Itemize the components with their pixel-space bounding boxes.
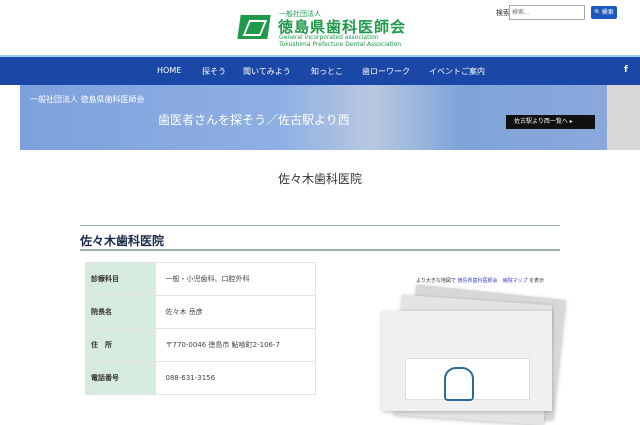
map-link-text: より大きな地図で 徳島県歯科医師会 病院マップ を表示 [416, 277, 544, 284]
logo-english: General incorporated association Tokushim… [279, 34, 401, 48]
search-button[interactable]: 🔍検索 [591, 6, 617, 19]
banner: 一般社団法人 徳島県歯科医師会 歯医者さんを探そう／佐古駅より西 佐古駅より西一… [20, 85, 607, 150]
nav-events[interactable]: イベントご案内 [429, 66, 485, 77]
table-row: 診療科目 一般・小児歯科、口腔外科 [85, 262, 316, 296]
clinic-info-table: 診療科目 一般・小児歯科、口腔外科 院長名 佐々木 岳彦 住 所〒770-0046 … [85, 262, 316, 395]
tooth-icon [444, 367, 474, 401]
banner-logo: 一般社団法人 徳島県歯科医師会 [30, 95, 145, 104]
row-label: 院長名 [85, 295, 156, 329]
row-label: 電話番号 [85, 361, 156, 395]
map-link[interactable]: 徳島県歯科医師会 病院マップ [458, 278, 528, 284]
table-row: 電話番号 088-631-3156 [85, 361, 316, 395]
logo-icon[interactable] [237, 15, 271, 39]
row-value: 088-631-3156 [155, 361, 316, 395]
nav-home[interactable]: HOME [157, 66, 181, 75]
page-title: 佐々木歯科医院 [277, 172, 362, 186]
facebook-icon[interactable]: f [624, 65, 628, 75]
tooth-mascot-image [405, 358, 530, 401]
main-nav: HOME 探そう 聞いてみよう 知っとこ 歯ローワーク イベントご案内 f [0, 55, 640, 85]
nav-ask[interactable]: 聞いてみよう [243, 66, 291, 77]
search-label: 検索 [496, 9, 510, 17]
row-value: 佐々木 岳彦 [155, 295, 316, 329]
banner-title: 歯医者さんを探そう／佐古駅より西 [158, 113, 350, 127]
nav-work[interactable]: 歯ローワーク [362, 66, 410, 77]
banner-list-button[interactable]: 佐古駅より西一覧へ ▸ [506, 115, 595, 129]
search-input[interactable] [509, 5, 585, 20]
map-suffix: を表示 [529, 278, 545, 284]
table-row: 住 所〒770-0046 徳島市 鮎喰町2-106-7 [85, 328, 316, 362]
logo-en-line2: Tokushima Prefecture Dental Association [279, 41, 402, 48]
row-value: 〒770-0046 徳島市 鮎喰町2-106-7 [155, 328, 316, 362]
clinic-heading: 佐々木歯科医院 [80, 225, 560, 251]
map-prefix: より大きな地図で [416, 278, 456, 284]
row-label: 住 所 [85, 328, 156, 362]
table-row: 院長名 佐々木 岳彦 [85, 295, 316, 329]
header: 一般社団法人 徳島県歯科医師会 General incorporated ass… [0, 0, 640, 55]
banner-side [607, 85, 640, 150]
nav-search[interactable]: 探そう [202, 66, 226, 77]
row-value: 一般・小児歯科、口腔外科 [155, 262, 316, 296]
logo-en-line1: General incorporated association [279, 34, 379, 41]
row-label: 診療科目 [85, 262, 156, 296]
nav-know[interactable]: 知っとこ [311, 66, 343, 77]
